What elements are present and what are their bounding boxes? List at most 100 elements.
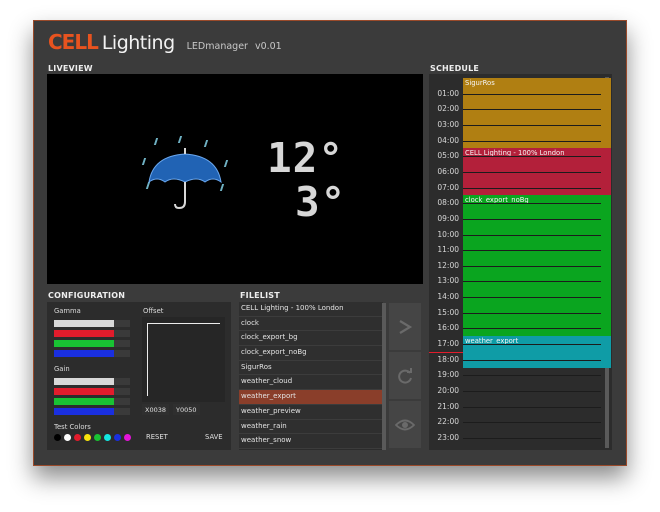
gamma-red-slider[interactable]: [54, 330, 130, 337]
current-time-marker: [429, 351, 463, 353]
hour-gridline: [463, 391, 601, 392]
save-button[interactable]: SAVE: [205, 433, 223, 441]
gamma-blue-track: [114, 350, 130, 357]
hour-gridline: [463, 234, 601, 236]
hour-label: 23:00: [437, 432, 459, 442]
gain-green-fill: [54, 398, 114, 405]
hour-gridline: [463, 171, 601, 173]
app-header: CELL Lighting LEDmanager v0.01: [48, 30, 282, 54]
gamma-green-slider[interactable]: [54, 340, 130, 347]
hour-gridline: [463, 109, 601, 111]
file-list-item[interactable]: SigurRos: [239, 360, 383, 376]
file-list-item[interactable]: CELL Lighting - 100% London: [239, 302, 383, 317]
temperature-high: 12°: [267, 134, 345, 182]
test-color-swatch[interactable]: [124, 434, 131, 441]
play-button[interactable]: [389, 303, 421, 350]
test-color-swatch[interactable]: [64, 434, 71, 441]
hour-gridline: [463, 218, 601, 220]
file-list-item[interactable]: clock_export_noBg: [239, 346, 383, 361]
preview-button[interactable]: [389, 401, 421, 448]
gamma-green-fill: [54, 340, 114, 347]
offset-y-field[interactable]: Y0050: [173, 404, 200, 415]
offset-pad[interactable]: [142, 317, 225, 402]
hour-label: 06:00: [437, 166, 459, 176]
hour-gridline: [463, 187, 601, 189]
gamma-white-fill: [54, 320, 114, 327]
gain-white-slider[interactable]: [54, 378, 130, 385]
hour-gridline: [463, 344, 601, 346]
file-list-item[interactable]: weather_export: [239, 390, 383, 405]
gain-white-track: [114, 378, 130, 385]
hour-label: 20:00: [437, 386, 459, 395]
file-list-item[interactable]: clock: [239, 316, 383, 332]
offset-x-field[interactable]: X0038: [142, 404, 169, 415]
liveview-display: 12° 3°: [47, 74, 423, 284]
refresh-button[interactable]: [389, 352, 421, 399]
temperature-low: 3°: [295, 178, 347, 226]
gain-red-fill: [54, 388, 114, 395]
test-color-swatch[interactable]: [114, 434, 121, 441]
test-color-swatch[interactable]: [94, 434, 101, 441]
play-icon: [399, 319, 413, 334]
file-list-item[interactable]: clock_export_bg: [239, 331, 383, 347]
test-color-swatch[interactable]: [54, 434, 61, 441]
file-list: CELL Lighting - 100% London clock clock_ex…: [239, 302, 383, 450]
hour-gridline: [463, 422, 601, 424]
offset-x-axis: [147, 323, 220, 324]
filelist-scrollbar[interactable]: [382, 303, 386, 450]
file-list-item[interactable]: weather_rain: [239, 419, 383, 435]
hour-label: 09:00: [437, 213, 459, 223]
liveview-label: LIVEVIEW: [48, 64, 93, 73]
hour-label: 16:00: [437, 323, 459, 333]
schedule-block[interactable]: weather_export: [463, 336, 611, 368]
gain-red-track: [114, 388, 130, 395]
gamma-red-track: [114, 330, 130, 337]
hour-label: 03:00: [437, 119, 459, 129]
eye-icon: [395, 419, 415, 430]
gamma-red-fill: [54, 330, 114, 337]
hour-gridline: [463, 375, 601, 377]
test-color-swatch[interactable]: [104, 434, 111, 441]
hour-label: 12:00: [437, 260, 459, 270]
test-colors-label: Test Colors: [54, 423, 91, 431]
schedule-block[interactable]: SigurRos: [463, 78, 611, 149]
hour-gridline: [463, 437, 601, 439]
gain-blue-slider[interactable]: [54, 408, 130, 415]
app-version: v0.01: [254, 41, 282, 52]
gamma-blue-fill: [54, 350, 114, 357]
gain-blue-fill: [54, 408, 114, 415]
hour-label: 05:00: [437, 151, 459, 161]
offset-y-axis: [147, 323, 148, 396]
hour-gridline: [463, 124, 601, 126]
test-color-swatch[interactable]: [74, 434, 81, 441]
hour-gridline: [463, 203, 601, 205]
hour-gridline: [463, 156, 601, 158]
hour-label: 22:00: [437, 417, 459, 427]
file-list-item[interactable]: weather_snow: [239, 434, 383, 449]
app-window: CELL Lighting LEDmanager v0.01 LIVEVIEW …: [33, 20, 627, 466]
gain-red-slider[interactable]: [54, 388, 130, 395]
gain-blue-track: [114, 408, 130, 415]
hour-label: 11:00: [437, 245, 459, 255]
gain-green-track: [114, 398, 130, 405]
gamma-white-track: [114, 320, 130, 327]
brand-logo-cell: CELL: [48, 30, 99, 54]
file-list-item[interactable]: weather_preview: [239, 404, 383, 420]
hour-label: 14:00: [437, 292, 459, 302]
reset-button[interactable]: RESET: [146, 433, 168, 441]
file-list-item[interactable]: weather_cloud: [239, 375, 383, 391]
gain-green-slider[interactable]: [54, 398, 130, 405]
hour-gridline: [463, 93, 601, 95]
hour-gridline: [463, 312, 601, 314]
hour-gridline: [463, 250, 601, 252]
hour-label: 10:00: [437, 229, 459, 239]
refresh-icon: [398, 367, 412, 384]
gamma-label: Gamma: [54, 307, 81, 315]
gamma-blue-slider[interactable]: [54, 350, 130, 357]
test-color-swatch[interactable]: [84, 434, 91, 441]
hour-label: 02:00: [437, 104, 459, 114]
gamma-white-slider[interactable]: [54, 320, 130, 327]
hour-gridline: [463, 140, 601, 142]
hour-label: 07:00: [437, 182, 459, 192]
hour-label: 19:00: [437, 370, 459, 380]
